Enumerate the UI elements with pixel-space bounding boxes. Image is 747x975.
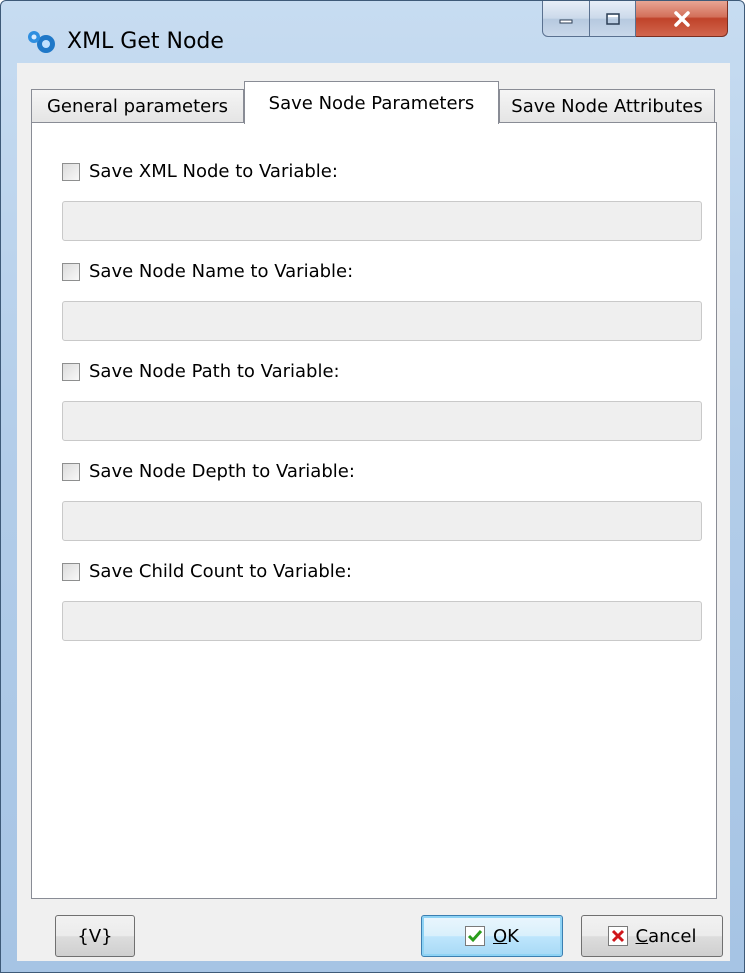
cancel-x-icon: [607, 926, 628, 946]
variables-button[interactable]: {V}: [55, 915, 135, 957]
tab-save-node-attributes[interactable]: Save Node Attributes: [499, 89, 715, 123]
variables-button-label: {V}: [77, 925, 113, 947]
tab-label: Save Node Attributes: [511, 96, 703, 117]
save-node-name-checkbox[interactable]: [62, 262, 80, 281]
dialog-client-area: General parameters Save Node Parameters …: [17, 63, 730, 961]
maximize-button[interactable]: [590, 1, 636, 37]
save-child-count-label: Save Child Count to Variable:: [89, 561, 352, 582]
minimize-icon: [559, 19, 573, 23]
save-node-name-label: Save Node Name to Variable:: [89, 261, 354, 282]
tab-label: General parameters: [46, 96, 229, 117]
save-node-name-variable-field[interactable]: [62, 301, 702, 341]
save-node-depth-label: Save Node Depth to Variable:: [89, 461, 355, 482]
cancel-button-label: Cancel: [635, 925, 697, 947]
save-xml-node-option[interactable]: Save XML Node to Variable:: [62, 161, 338, 182]
save-node-path-label: Save Node Path to Variable:: [89, 361, 340, 382]
maximize-icon: [605, 12, 620, 25]
cancel-button[interactable]: Cancel: [581, 915, 723, 957]
save-node-depth-checkbox[interactable]: [62, 462, 80, 481]
save-node-name-option[interactable]: Save Node Name to Variable:: [62, 261, 353, 282]
save-node-depth-variable-field[interactable]: [62, 501, 702, 541]
close-button[interactable]: [636, 1, 728, 37]
ok-button[interactable]: OK: [421, 915, 563, 957]
tab-general-parameters[interactable]: General parameters: [31, 89, 244, 123]
save-xml-node-variable-field[interactable]: [62, 201, 702, 241]
tab-save-node-parameters[interactable]: Save Node Parameters: [244, 81, 499, 124]
tab-label: Save Node Parameters: [268, 92, 475, 114]
dialog-window: XML Get Node General parameters Save Nod…: [0, 0, 745, 973]
save-node-path-option[interactable]: Save Node Path to Variable:: [62, 361, 340, 382]
save-node-depth-option[interactable]: Save Node Depth to Variable:: [62, 461, 355, 482]
save-child-count-variable-field[interactable]: [62, 601, 702, 641]
save-node-path-variable-field[interactable]: [62, 401, 702, 441]
caption-buttons: [542, 1, 728, 39]
tab-panel: Save XML Node to Variable: Save Node Nam…: [31, 122, 717, 899]
gears-app-icon: [28, 31, 55, 53]
window-title: XML Get Node: [67, 29, 224, 54]
minimize-button[interactable]: [542, 1, 590, 37]
save-xml-node-label: Save XML Node to Variable:: [89, 161, 338, 182]
ok-button-label: OK: [493, 925, 519, 947]
save-node-path-checkbox[interactable]: [62, 362, 80, 381]
checkmark-icon: [465, 926, 485, 946]
close-icon: [673, 10, 690, 27]
save-xml-node-checkbox[interactable]: [62, 162, 80, 181]
save-child-count-checkbox[interactable]: [62, 562, 80, 581]
save-child-count-option[interactable]: Save Child Count to Variable:: [62, 561, 352, 582]
title-bar[interactable]: XML Get Node: [1, 1, 744, 63]
